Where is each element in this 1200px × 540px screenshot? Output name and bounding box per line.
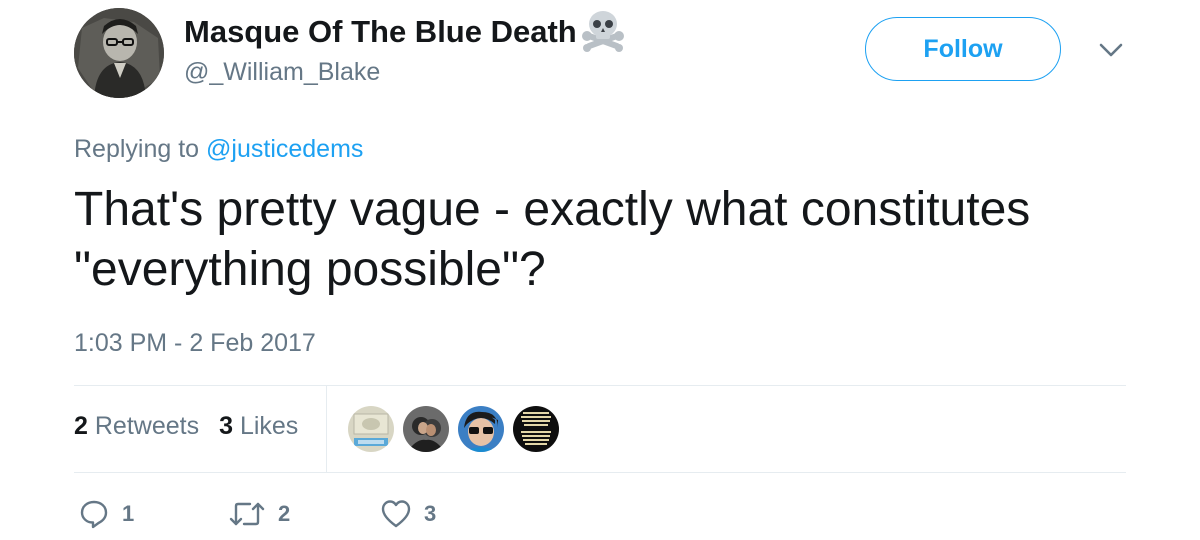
follow-button[interactable]: Follow [865, 17, 1061, 81]
replying-to: Replying to @justicedems [74, 135, 363, 164]
liker-avatar[interactable] [403, 406, 449, 452]
divider [74, 472, 1126, 473]
like-action[interactable]: 3 [380, 498, 436, 530]
liker-avatars [348, 406, 568, 452]
chevron-down-icon[interactable] [1097, 40, 1125, 60]
liker-avatar[interactable] [458, 406, 504, 452]
tweet-timestamp[interactable]: 1:03 PM - 2 Feb 2017 [74, 329, 316, 358]
tweet-text: That's pretty vague - exactly what const… [74, 183, 1031, 296]
retweet-action[interactable]: 2 [228, 498, 290, 530]
avatar[interactable] [74, 8, 164, 98]
retweet-icon [229, 502, 265, 526]
retweets-stat[interactable]: 2 Retweets [74, 412, 199, 441]
reply-icon [80, 500, 108, 529]
display-name-text: Masque Of The Blue Death [184, 14, 577, 49]
replying-to-label: Replying to [74, 135, 200, 163]
replying-to-handle-link[interactable]: @justicedems [206, 135, 363, 163]
reply-count: 1 [122, 501, 135, 526]
tweet-card: Masque Of The Blue Death @_William_Blake… [0, 0, 1200, 540]
liker-avatar[interactable] [348, 406, 394, 452]
heart-icon [381, 500, 411, 528]
reply-action[interactable]: 1 [78, 498, 134, 530]
stats-separator [326, 386, 327, 472]
likes-count: 3 [219, 412, 233, 440]
likes-stat[interactable]: 3 Likes [219, 412, 298, 441]
retweets-count: 2 [74, 412, 88, 440]
likes-label: Likes [239, 412, 299, 440]
tweet-stats: 2 Retweets 3 Likes [74, 412, 318, 441]
skull-and-crossbones-icon [579, 4, 627, 52]
like-count: 3 [424, 501, 437, 526]
liker-avatar[interactable] [513, 406, 559, 452]
retweet-count: 2 [278, 501, 291, 526]
display-name[interactable]: Masque Of The Blue Death [184, 11, 627, 52]
divider [74, 385, 1126, 386]
screen-name[interactable]: @_William_Blake [184, 58, 380, 87]
retweets-label: Retweets [94, 412, 200, 440]
